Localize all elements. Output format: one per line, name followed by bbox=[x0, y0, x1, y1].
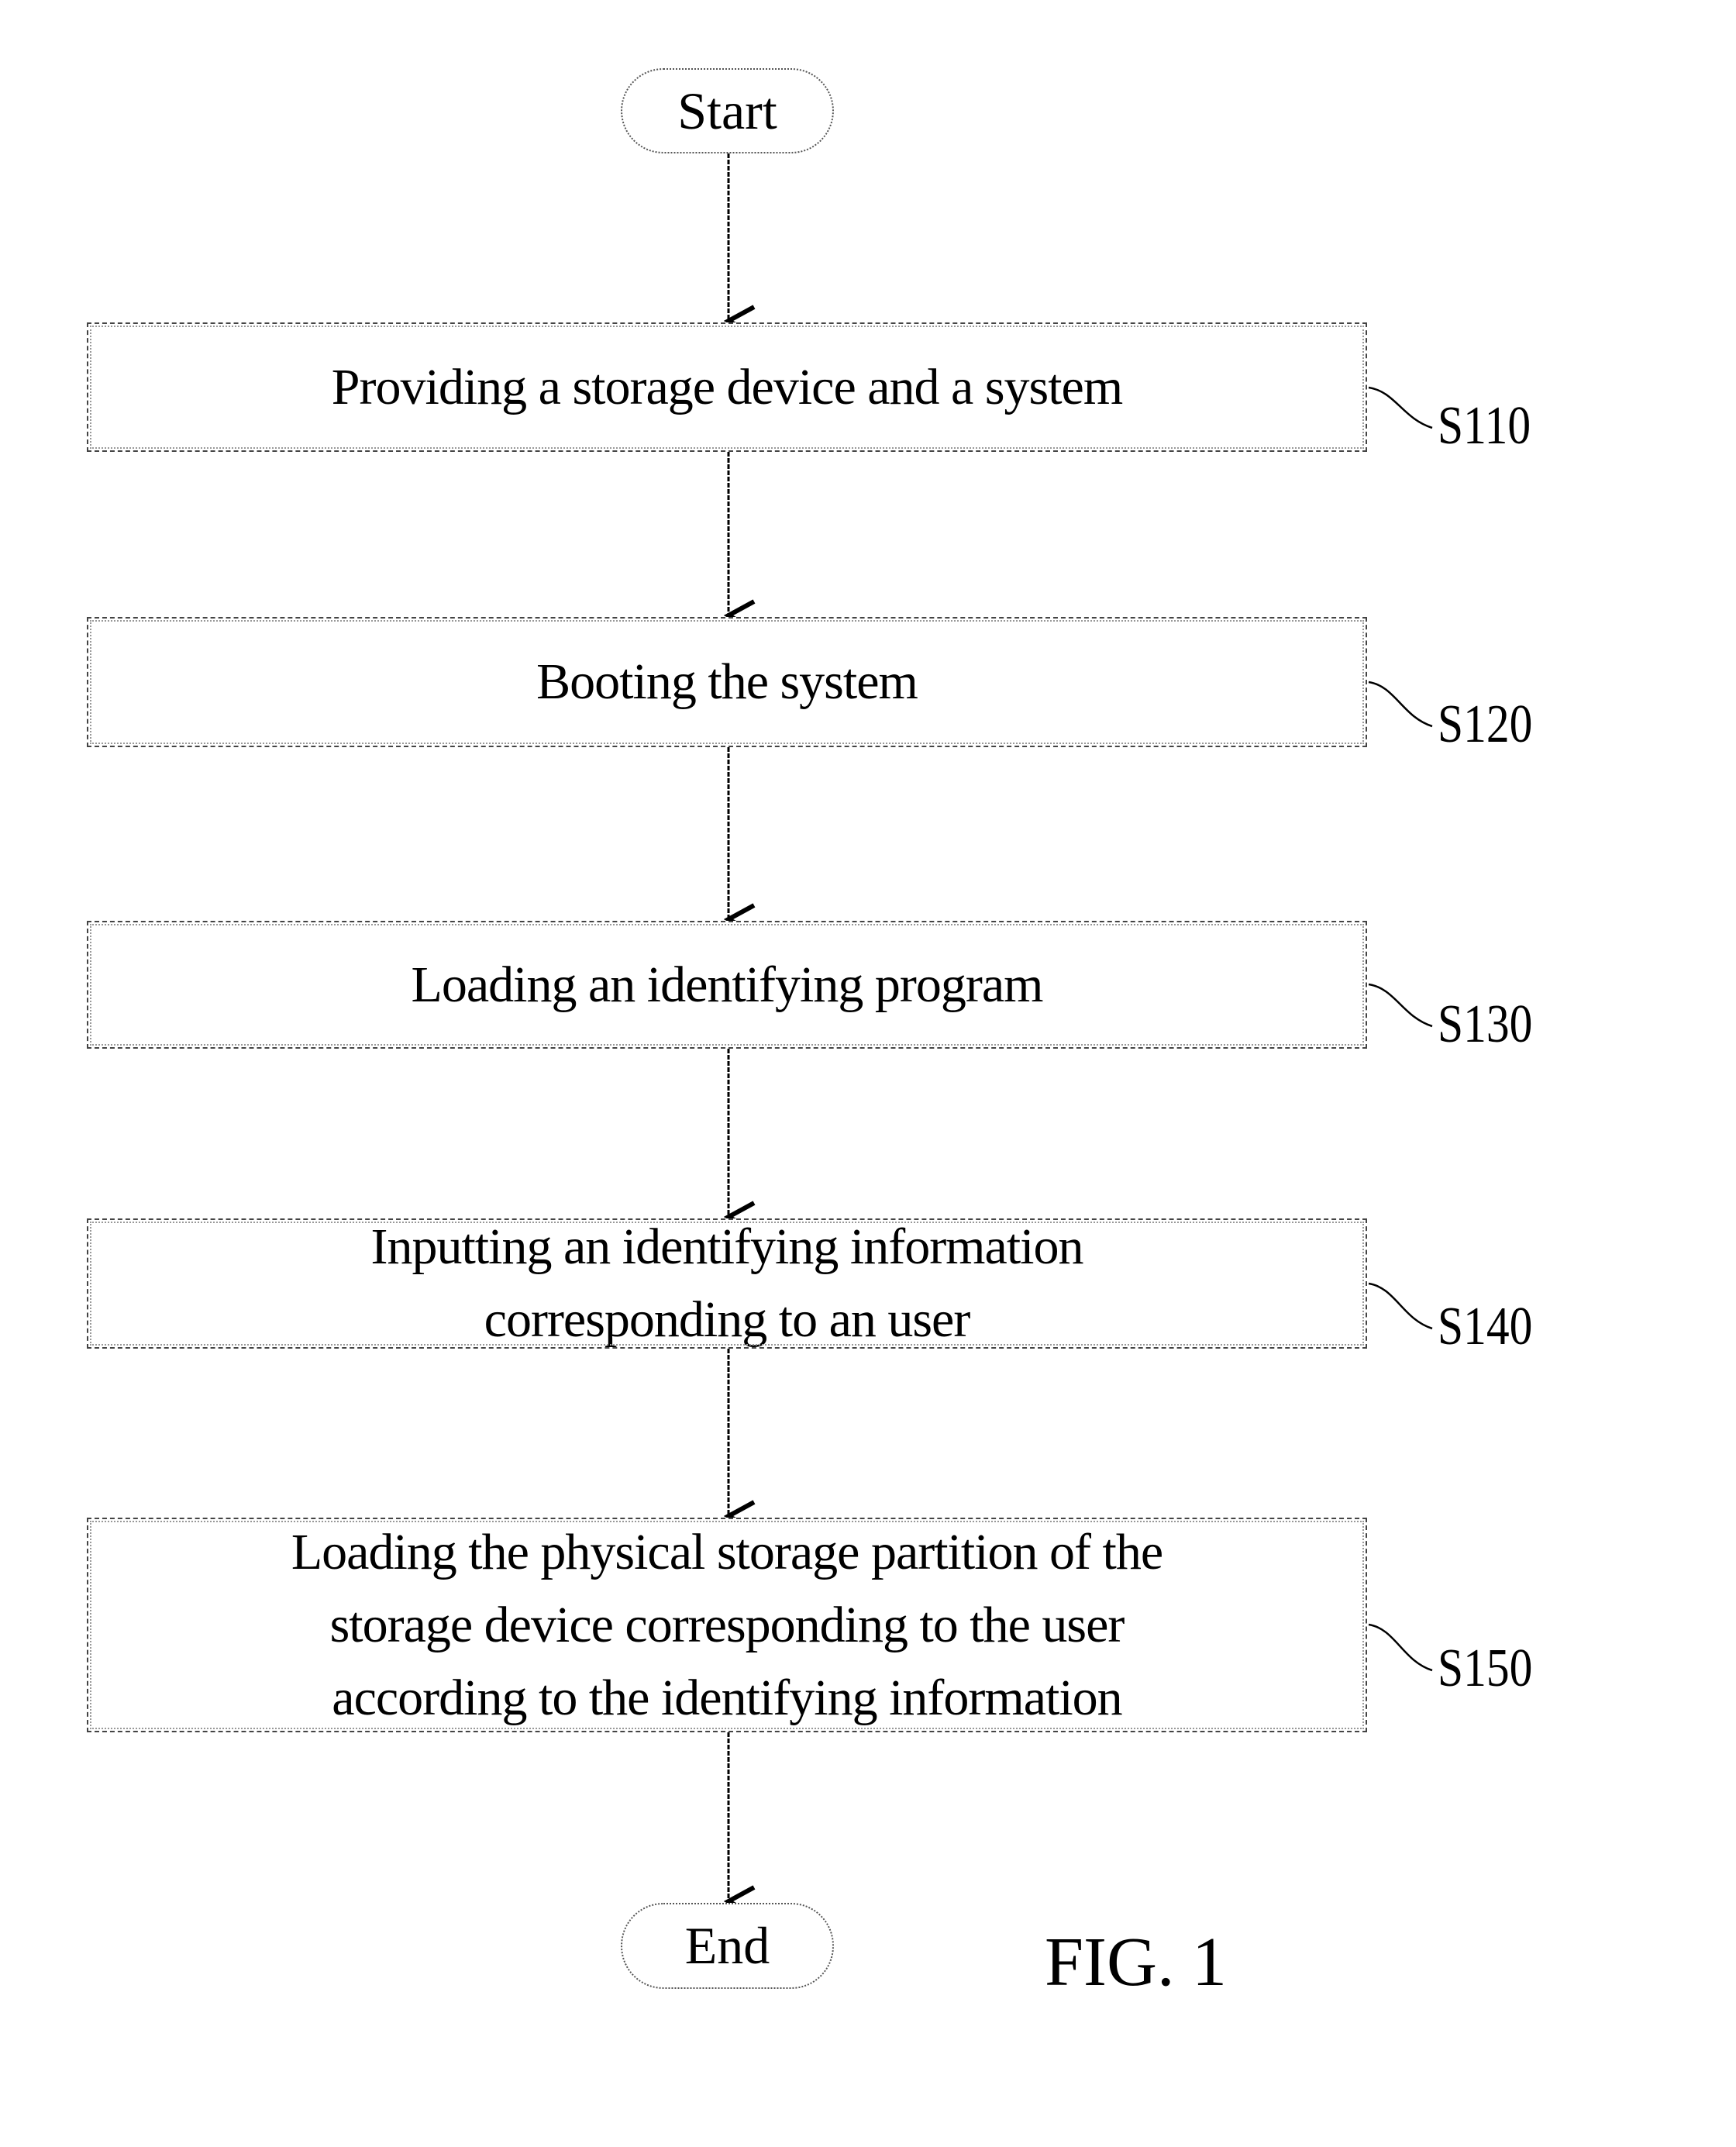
step-id-s110: S110 bbox=[1438, 396, 1531, 456]
leader-s130 bbox=[1368, 983, 1433, 1028]
step-text-s110: Providing a storage device and a system bbox=[331, 358, 1123, 415]
step-id-s120: S120 bbox=[1438, 694, 1533, 754]
end-label: End bbox=[684, 1916, 770, 1975]
step-text-s130: Loading an identifying program bbox=[411, 956, 1044, 1013]
step-text-s140: Inputting an identifying information cor… bbox=[370, 1218, 1083, 1348]
step-box-s150: Loading the physical storage partition o… bbox=[87, 1518, 1367, 1732]
step-box-s110: Providing a storage device and a system bbox=[87, 322, 1367, 452]
step-text-s120: Booting the system bbox=[536, 653, 918, 710]
leader-s140 bbox=[1368, 1282, 1433, 1330]
step-box-s120: Booting the system bbox=[87, 617, 1367, 747]
step-box-s130: Loading an identifying program bbox=[87, 921, 1367, 1049]
start-terminal: Start bbox=[621, 68, 834, 153]
leader-s110 bbox=[1368, 386, 1433, 429]
step-id-s150: S150 bbox=[1438, 1639, 1533, 1698]
step-id-s130: S130 bbox=[1438, 994, 1533, 1054]
start-label: Start bbox=[677, 81, 777, 140]
step-id-s140: S140 bbox=[1438, 1297, 1533, 1356]
end-terminal: End bbox=[621, 1903, 834, 1989]
step-text-s150: Loading the physical storage partition o… bbox=[291, 1523, 1163, 1726]
leader-s120 bbox=[1368, 681, 1433, 728]
step-box-s140: Inputting an identifying information cor… bbox=[87, 1218, 1367, 1349]
figure-label: FIG. 1 bbox=[1045, 1924, 1228, 2001]
leader-s150 bbox=[1368, 1623, 1433, 1672]
